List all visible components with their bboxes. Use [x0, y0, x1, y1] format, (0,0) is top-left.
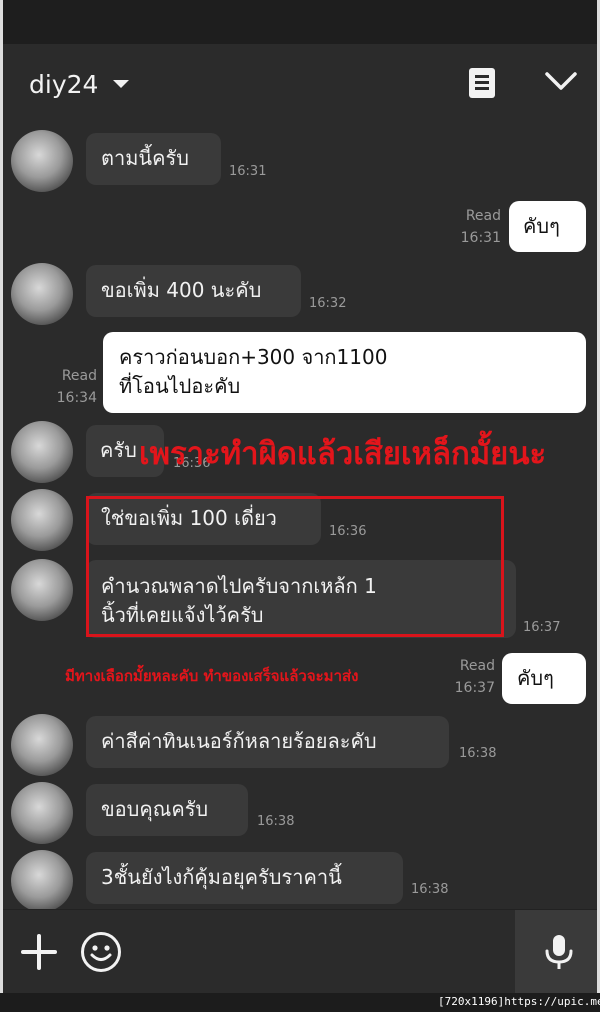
message-time: 16:31	[460, 230, 501, 246]
message-bubble[interactable]: คับๆ	[509, 201, 586, 252]
message-text: ขอบคุณครับ	[101, 797, 209, 821]
notes-icon[interactable]	[469, 68, 495, 98]
chat-header: diy24	[3, 44, 597, 122]
message-time: 16:38	[459, 746, 497, 761]
message-bubble[interactable]: ขอบคุณครับ	[86, 784, 248, 836]
message-text: คับๆ	[517, 666, 554, 690]
emoji-icon[interactable]	[80, 931, 122, 973]
microphone-icon	[545, 935, 573, 969]
avatar[interactable]	[11, 850, 73, 912]
highlight-box	[86, 496, 504, 637]
avatar[interactable]	[11, 421, 73, 483]
message-time: 16:37	[523, 620, 561, 635]
chat-screen: diy24 ตามนี้ครับ 16:31 Read 16:31 คับๆ ข…	[0, 0, 600, 993]
read-receipt: Read	[61, 368, 97, 384]
mic-button[interactable]	[515, 910, 597, 993]
message-bubble[interactable]: ค่าสีค่าทินเนอร์ก้หลายร้อยละคับ	[86, 716, 449, 768]
message-text: ขอเพิ่ม 400 นะคับ	[101, 278, 262, 302]
composer-bar	[3, 909, 597, 993]
message-bubble[interactable]: ขอเพิ่ม 400 นะคับ	[86, 265, 301, 317]
message-text: ตามนี้ครับ	[101, 146, 189, 170]
message-bubble[interactable]: คราวก่อนบอก+300 จาก1100 ที่โอนไปอะคับ	[103, 332, 586, 413]
avatar[interactable]	[11, 263, 73, 325]
caret-down-icon[interactable]	[113, 80, 129, 88]
message-time: 16:32	[309, 296, 347, 311]
avatar[interactable]	[11, 559, 73, 621]
message-bubble[interactable]: คับๆ	[502, 653, 586, 704]
avatar[interactable]	[11, 782, 73, 844]
chat-title[interactable]: diy24	[29, 70, 98, 99]
status-bar	[3, 0, 597, 44]
message-line: ที่โอนไปอะคับ	[119, 374, 241, 398]
message-bubble[interactable]: ตามนี้ครับ	[86, 133, 221, 185]
message-line: คราวก่อนบอก+300 จาก1100	[119, 345, 388, 369]
message-time: 16:38	[257, 814, 295, 829]
message-bubble[interactable]: 3ชั้นยังไงก้คุ้มอยุครับราคานี้	[86, 852, 403, 904]
avatar[interactable]	[11, 714, 73, 776]
message-text: 3ชั้นยังไงก้คุ้มอยุครับราคานี้	[101, 865, 342, 889]
message-text: คับๆ	[523, 214, 560, 238]
watermark: [720x1196]https://upic.me/	[438, 995, 600, 1008]
avatar[interactable]	[11, 489, 73, 551]
message-time: 16:37	[454, 680, 495, 696]
chevron-down-icon[interactable]	[544, 64, 578, 98]
plus-icon[interactable]	[21, 934, 57, 970]
message-time: 16:38	[411, 882, 449, 897]
annotation-caption: มีทางเลือกมั้ยหละคับ ทำของเสร็จแล้วจะมาส…	[65, 667, 359, 685]
message-text: ค่าสีค่าทินเนอร์ก้หลายร้อยละคับ	[101, 729, 377, 753]
avatar[interactable]	[11, 130, 73, 192]
annotation-headline: เพราะทำผิดแล้วเสียเหล็กมั้ยนะ	[139, 436, 547, 472]
message-time: 16:34	[56, 390, 97, 406]
message-text: ครับ	[100, 438, 137, 462]
read-receipt: Read	[459, 658, 495, 674]
message-time: 16:31	[229, 164, 267, 179]
read-receipt: Read	[465, 208, 501, 224]
